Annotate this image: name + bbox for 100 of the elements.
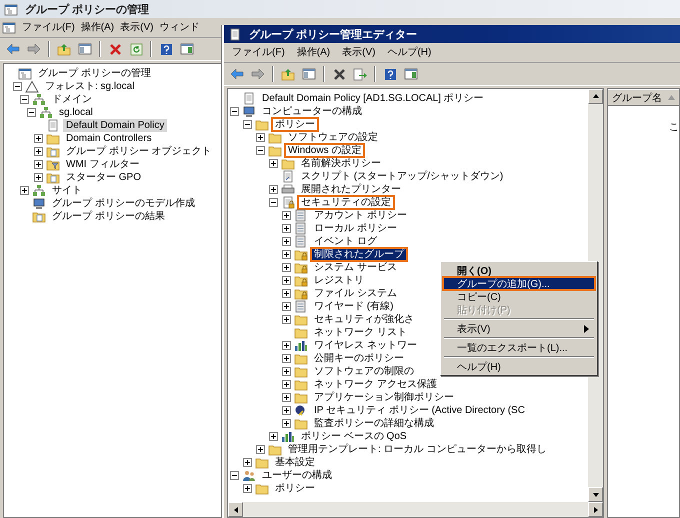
menu-item[interactable]: ヘルプ(H) [443, 360, 595, 373]
tree-item[interactable]: イベント ログ [311, 235, 380, 248]
tree-item[interactable]: Domain Controllers [63, 132, 155, 145]
tree-item[interactable]: フォレスト: sg.local [42, 80, 138, 93]
menu-item[interactable]: 表示(V) [443, 322, 595, 335]
tree-item[interactable]: システム サービス [311, 261, 400, 274]
expand-toggle[interactable] [34, 173, 43, 182]
tree-item[interactable]: 監査ポリシーの詳細な構成 [311, 417, 437, 430]
tree-item[interactable]: アプリケーション制御ポリシー [311, 391, 457, 404]
tree-item[interactable]: ユーザーの構成 [259, 469, 335, 482]
forward-icon[interactable] [251, 68, 265, 80]
expand-toggle[interactable] [282, 237, 291, 246]
expand-toggle[interactable] [34, 147, 43, 156]
help-icon[interactable] [384, 68, 396, 80]
expand-toggle[interactable] [282, 302, 291, 311]
expand-toggle[interactable] [282, 354, 291, 363]
tree-item[interactable]: ポリシー [272, 482, 318, 495]
collapse-toggle[interactable] [256, 146, 265, 155]
expand-toggle[interactable] [282, 406, 291, 415]
view-pane-icon[interactable] [404, 68, 418, 80]
tree-item[interactable]: WMI フィルター [63, 158, 142, 171]
menu-item[interactable]: コピー(C) [443, 290, 595, 303]
delete-icon[interactable] [108, 42, 122, 56]
expand-toggle[interactable] [34, 134, 43, 143]
tree-item[interactable]: 制限されたグループ [311, 248, 407, 261]
menu-item[interactable]: グループの追加(G)... [443, 277, 595, 290]
expand-toggle[interactable] [282, 341, 291, 350]
menu-item[interactable]: 一覧のエクスポート(L)... [443, 341, 595, 354]
tree-item[interactable]: Default Domain Policy [63, 119, 168, 132]
menu-item[interactable]: 表示(V) [336, 44, 382, 61]
tree-item[interactable]: ポリシー [272, 118, 318, 131]
tree-item[interactable]: ワイヤレス ネットワー [311, 339, 420, 352]
forward-icon[interactable] [27, 43, 41, 55]
view-pane-icon[interactable] [180, 43, 194, 55]
menu-item[interactable]: 操作(A) [78, 19, 118, 36]
tree-item[interactable]: スターター GPO [63, 171, 144, 184]
export-icon[interactable] [353, 68, 367, 80]
collapse-toggle[interactable] [27, 108, 36, 117]
expand-toggle[interactable] [282, 250, 291, 259]
expand-toggle[interactable] [282, 380, 291, 389]
tree-item[interactable]: コンピューターの構成 [259, 105, 365, 118]
expand-toggle[interactable] [282, 393, 291, 402]
expand-toggle[interactable] [243, 458, 252, 467]
menu-item[interactable]: 操作(A) [290, 44, 336, 61]
menu-item[interactable]: ファイル(F) [226, 44, 291, 61]
expand-toggle[interactable] [20, 186, 29, 195]
tree-item[interactable]: レジストリ [311, 274, 367, 287]
expand-toggle[interactable] [282, 315, 291, 324]
tree-item[interactable]: グループ ポリシーの結果 [49, 210, 168, 223]
tree-item[interactable]: セキュリティが強化さ [311, 313, 417, 326]
expand-toggle[interactable] [282, 276, 291, 285]
collapse-toggle[interactable] [13, 82, 22, 91]
menu-item[interactable]: 開く(O) [443, 264, 595, 277]
tree-item[interactable]: 公開キーのポリシー [311, 352, 407, 365]
tree-item[interactable]: セキュリティの設定 [298, 196, 394, 209]
collapse-toggle[interactable] [230, 107, 239, 116]
scroll-left-button[interactable] [228, 502, 243, 517]
menu-item[interactable]: ウィンド [156, 19, 202, 36]
tree-item[interactable]: 展開されたプリンター [298, 183, 404, 196]
tree-item[interactable]: 管理用テンプレート: ローカル コンピューターから取得し [285, 443, 550, 456]
delete-icon[interactable] [332, 68, 346, 80]
expand-toggle[interactable] [282, 419, 291, 428]
tree-item[interactable]: 名前解決ポリシー [298, 157, 384, 170]
expand-toggle[interactable] [282, 211, 291, 220]
pane-toggle-icon[interactable] [302, 68, 316, 80]
expand-toggle[interactable] [269, 185, 278, 194]
tree-item[interactable]: ポリシー ベースの QoS [298, 430, 410, 443]
expand-toggle[interactable] [243, 484, 252, 493]
expand-toggle[interactable] [256, 445, 265, 454]
collapse-toggle[interactable] [269, 198, 278, 207]
back-icon[interactable] [6, 43, 20, 55]
scroll-right-button[interactable] [588, 502, 603, 517]
tree-item[interactable]: ソフトウェアの設定 [285, 131, 381, 144]
tree-item[interactable]: サイト [49, 184, 85, 197]
expand-toggle[interactable] [282, 263, 291, 272]
scroll-down-button[interactable] [588, 487, 603, 502]
tree-item[interactable]: ワイヤード (有線) [311, 300, 396, 313]
column-header[interactable]: グループ名 [608, 89, 679, 106]
help-icon[interactable] [160, 42, 172, 56]
tree-item[interactable]: アカウント ポリシー [311, 209, 410, 222]
expand-toggle[interactable] [282, 289, 291, 298]
tree-item[interactable]: ファイル システム [311, 287, 400, 300]
collapse-toggle[interactable] [243, 120, 252, 129]
horizontal-scrollbar[interactable] [228, 502, 603, 517]
tree-item[interactable]: ネットワーク リスト [311, 326, 410, 339]
tree-item[interactable]: ソフトウェアの制限の [311, 365, 417, 378]
tree-item[interactable]: IP セキュリティ ポリシー (Active Directory (SC [311, 404, 528, 417]
tree-item[interactable]: グループ ポリシーのモデル作成 [49, 197, 198, 210]
expand-toggle[interactable] [269, 159, 278, 168]
tree-item[interactable]: グループ ポリシーの管理 [35, 67, 154, 80]
tree-item[interactable]: ドメイン [49, 93, 95, 106]
collapse-toggle[interactable] [230, 471, 239, 480]
back-icon[interactable] [230, 68, 244, 80]
expand-toggle[interactable] [282, 224, 291, 233]
pane-toggle-icon[interactable] [78, 43, 92, 55]
expand-toggle[interactable] [282, 367, 291, 376]
menu-item[interactable]: ヘルプ(H) [381, 44, 438, 61]
tree-item[interactable]: スクリプト (スタートアップ/シャットダウン) [298, 170, 506, 183]
expand-toggle[interactable] [256, 133, 265, 142]
tree-item[interactable]: グループ ポリシー オブジェクト [63, 145, 215, 158]
